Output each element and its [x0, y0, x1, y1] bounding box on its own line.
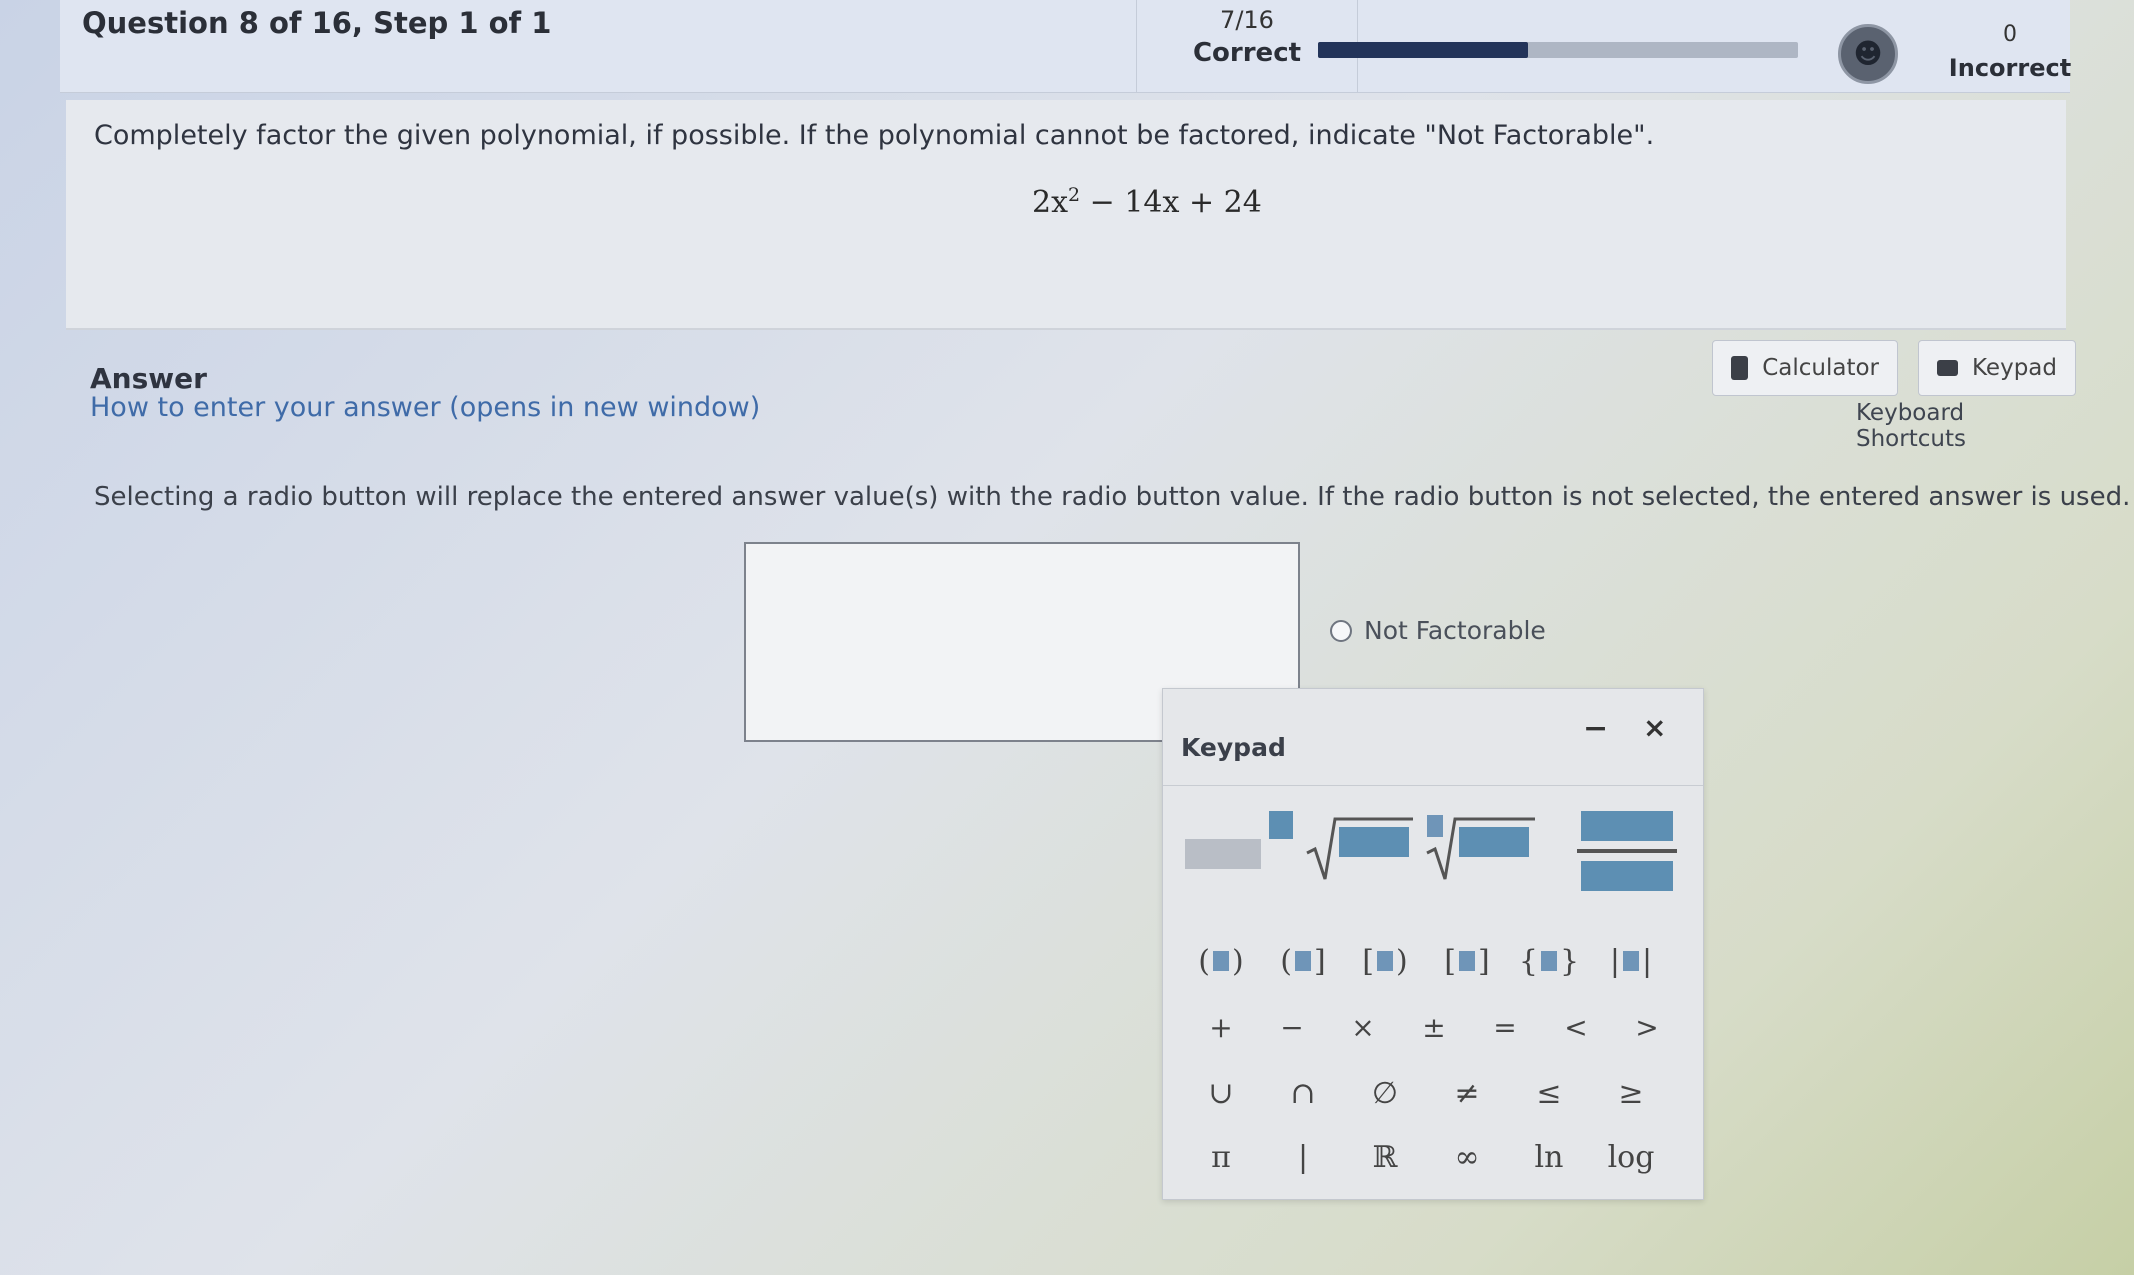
- answer-heading: Answer: [90, 362, 207, 395]
- bracket-key-5[interactable]: | |: [1591, 933, 1671, 989]
- answer-area: Answer How to enter your answer (opens i…: [66, 330, 2130, 1275]
- not-equal-key[interactable]: ≠: [1427, 1065, 1507, 1121]
- plus-minus-key[interactable]: ±: [1394, 999, 1474, 1055]
- progress-bar: [1318, 42, 1798, 58]
- absolute-value-key[interactable]: |: [1263, 1129, 1343, 1185]
- keypad-button[interactable]: Keypad: [1918, 340, 2076, 396]
- incorrect-count: 0: [2003, 22, 2017, 47]
- square-root-key[interactable]: [1301, 801, 1417, 901]
- incorrect-score: 0 Incorrect: [1940, 0, 2080, 92]
- keypad-header[interactable]: Keypad − ×: [1163, 689, 1703, 786]
- keypad-title: Keypad: [1181, 733, 1286, 762]
- greater-than-key[interactable]: >: [1607, 999, 1687, 1055]
- question-panel: Completely factor the given polynomial, …: [66, 100, 2066, 330]
- progress-fill: [1318, 42, 1528, 58]
- union-key[interactable]: ∪: [1181, 1065, 1261, 1121]
- less-than-key[interactable]: <: [1536, 999, 1616, 1055]
- expr-exponent: 2: [1068, 184, 1081, 206]
- greater-equal-key[interactable]: ≥: [1591, 1065, 1671, 1121]
- help-link[interactable]: How to enter your answer (opens in new w…: [90, 392, 760, 423]
- pi-key[interactable]: π: [1181, 1129, 1261, 1185]
- question-prompt: Completely factor the given polynomial, …: [94, 120, 1655, 151]
- avatar-icon[interactable]: ☻: [1838, 24, 1898, 84]
- minimize-button[interactable]: −: [1583, 711, 1608, 746]
- incorrect-label: Incorrect: [1948, 54, 2072, 82]
- keypad-icon: [1937, 360, 1958, 376]
- bracket-key-4[interactable]: {}: [1509, 933, 1589, 989]
- bracket-key-2[interactable]: [): [1345, 933, 1425, 989]
- question-header: Question 8 of 16, Step 1 of 1 7/16 Corre…: [60, 0, 2071, 93]
- nth-root-key[interactable]: [1423, 801, 1539, 901]
- equals-key[interactable]: =: [1465, 999, 1545, 1055]
- keypad-panel: Keypad − × ()(][)[]{} | | + − × ± = < > ∪ ∩ ∅ ≠ ≤ ≥ π…: [1162, 688, 1704, 1200]
- calculator-button[interactable]: Calculator: [1712, 340, 1898, 396]
- bracket-key-3[interactable]: []: [1427, 933, 1507, 989]
- exponent-key[interactable]: [1185, 801, 1301, 901]
- question-title: Question 8 of 16, Step 1 of 1: [82, 6, 552, 40]
- real-numbers-key[interactable]: ℝ: [1345, 1129, 1425, 1185]
- times-key[interactable]: ×: [1323, 999, 1403, 1055]
- minus-key[interactable]: −: [1252, 999, 1332, 1055]
- ln-key[interactable]: ln: [1509, 1129, 1589, 1185]
- polynomial-expression: 2x2 − 14x + 24: [1032, 184, 1262, 220]
- infinity-key[interactable]: ∞: [1427, 1129, 1507, 1185]
- calculator-icon: [1731, 356, 1749, 380]
- expr-rest: − 14x + 24: [1080, 185, 1262, 220]
- not-factorable-label: Not Factorable: [1364, 616, 1546, 645]
- keypad-label: Keypad: [1972, 355, 2057, 381]
- less-equal-key[interactable]: ≤: [1509, 1065, 1589, 1121]
- plus-key[interactable]: +: [1181, 999, 1261, 1055]
- not-factorable-radio[interactable]: [1330, 619, 1352, 642]
- radio-note: Selecting a radio button will replace th…: [94, 482, 2131, 512]
- fraction-key[interactable]: [1575, 801, 1691, 901]
- empty-set-key[interactable]: ∅: [1345, 1065, 1425, 1121]
- log-key[interactable]: log: [1591, 1129, 1671, 1185]
- bracket-key-1[interactable]: (]: [1263, 933, 1343, 989]
- bracket-key-0[interactable]: (): [1181, 933, 1261, 989]
- correct-fraction: 7/16: [1220, 6, 1274, 34]
- intersection-key[interactable]: ∩: [1263, 1065, 1343, 1121]
- calculator-label: Calculator: [1762, 355, 1879, 381]
- not-factorable-option[interactable]: Not Factorable: [1330, 616, 1546, 645]
- close-button[interactable]: ×: [1643, 711, 1666, 744]
- keyboard-shortcuts-link[interactable]: Keyboard Shortcuts: [1856, 400, 2066, 452]
- expr-term1: 2x: [1032, 185, 1069, 220]
